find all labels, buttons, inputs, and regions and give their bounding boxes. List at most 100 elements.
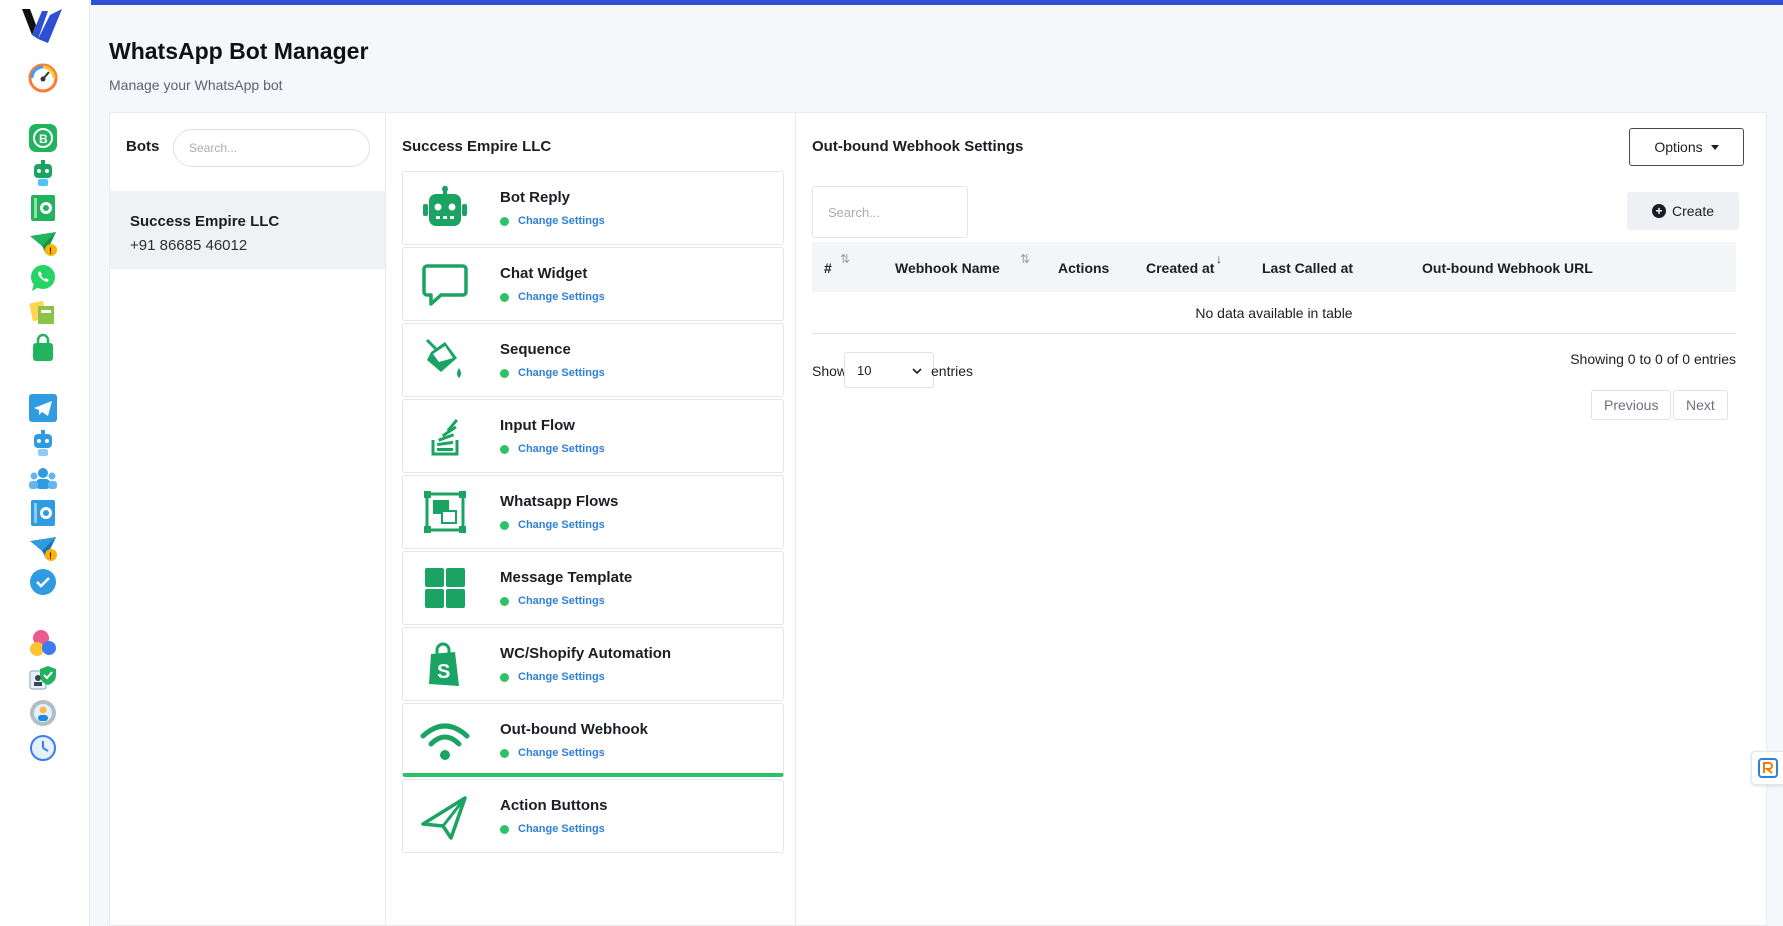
feature-name: Action Buttons	[500, 797, 608, 814]
feature-status: Change Settings	[500, 595, 605, 607]
whatsapp-icon[interactable]	[27, 262, 59, 294]
feature-name: Input Flow	[500, 417, 575, 434]
feature-name: WC/Shopify Automation	[500, 645, 672, 662]
status-dot	[500, 672, 509, 682]
create-label: Create	[1671, 203, 1715, 219]
history-icon[interactable]	[27, 732, 59, 764]
feature-card-action-buttons[interactable]: Action Buttons Change Settings	[402, 779, 784, 853]
change-settings-link[interactable]: Change Settings	[518, 823, 605, 835]
telegram-icon[interactable]	[27, 392, 59, 424]
status-dot	[500, 748, 509, 758]
telegram-bot-icon[interactable]	[27, 427, 59, 459]
change-settings-link[interactable]: Change Settings	[518, 291, 605, 303]
feature-card-chat-widget[interactable]: Chat Widget Change Settings	[402, 247, 784, 321]
column-header-actions: Actions	[1058, 260, 1110, 276]
support-widget-button[interactable]	[1751, 751, 1783, 785]
webhook-search-input[interactable]	[812, 186, 968, 238]
previous-page-button[interactable]: Previous	[1591, 390, 1672, 420]
svg-text:!: !	[49, 246, 52, 256]
status-dot	[500, 824, 509, 834]
dashboard-gauge-icon[interactable]	[27, 62, 59, 94]
feature-name: Message Template	[500, 569, 633, 586]
feature-card-out-bound-webhook[interactable]: Out-bound Webhook Change Settings	[402, 703, 784, 777]
change-settings-link[interactable]: Change Settings	[518, 367, 605, 379]
brand-logo[interactable]	[20, 5, 64, 47]
integrations-icon[interactable]	[27, 627, 59, 659]
status-dot	[500, 292, 509, 302]
feature-card-message-template[interactable]: Message Template Change Settings	[402, 551, 784, 625]
column-header-last-called-at[interactable]: Last Called at	[1262, 260, 1353, 276]
team-shield-icon[interactable]	[27, 662, 59, 694]
feature-status: Change Settings	[500, 519, 605, 531]
feature-status: Change Settings	[500, 823, 605, 835]
whatsapp-contacts-icon[interactable]	[27, 192, 59, 224]
feature-card-bot-reply[interactable]: Bot Reply Change Settings	[402, 171, 784, 245]
page-subtitle: Manage your WhatsApp bot	[109, 77, 283, 93]
sort-icon[interactable]: ⇅	[1020, 252, 1030, 266]
caret-down-icon	[1710, 144, 1719, 150]
feature-name: Bot Reply	[500, 189, 571, 206]
bots-label: Bots	[126, 138, 160, 155]
feature-card-whatsapp-flows[interactable]: Whatsapp Flows Change Settings	[402, 475, 784, 549]
ecommerce-bag-icon[interactable]	[27, 332, 59, 364]
create-webhook-button[interactable]: + Create	[1627, 192, 1739, 230]
status-dot	[500, 368, 509, 378]
feature-card-sequence[interactable]: Sequence Change Settings	[402, 323, 784, 397]
next-page-button[interactable]: Next	[1673, 390, 1728, 420]
features-column: Success Empire LLC Bot Reply Change Sett…	[386, 113, 796, 925]
selected-bot-title: Success Empire LLC	[402, 138, 552, 155]
feature-card-input-flow[interactable]: Input Flow Change Settings	[402, 399, 784, 473]
telegram-broadcast-icon[interactable]: !	[27, 532, 59, 564]
whatsapp-business-icon[interactable]: B	[27, 122, 59, 154]
column-header-index[interactable]: #	[824, 260, 832, 276]
app-sidebar: B ! !	[0, 0, 90, 926]
change-settings-link[interactable]: Change Settings	[518, 443, 605, 455]
shopify-bag-icon: S	[419, 642, 471, 688]
feature-name: Sequence	[500, 341, 571, 358]
options-label: Options	[1654, 139, 1703, 155]
feature-card-wc-shopify-automation[interactable]: S WC/Shopify Automation Change Settings	[402, 627, 784, 701]
change-settings-link[interactable]: Change Settings	[518, 747, 605, 759]
status-dot	[500, 596, 509, 606]
feature-status: Change Settings	[500, 671, 605, 683]
sort-icon[interactable]: ⇅	[840, 252, 850, 266]
column-header-webhook-name[interactable]: Webhook Name	[895, 260, 1000, 276]
table-header: # ⇅ Webhook Name ⇅ Actions Created at ↓ …	[812, 242, 1736, 292]
svg-text:S: S	[437, 661, 450, 683]
webhook-settings-column: Out-bound Webhook Settings Options + Cre…	[796, 113, 1768, 925]
plus-circle-icon: +	[1651, 204, 1666, 218]
status-dot	[500, 444, 509, 454]
feature-name: Whatsapp Flows	[500, 493, 619, 510]
change-settings-link[interactable]: Change Settings	[518, 595, 605, 607]
wifi-icon	[419, 718, 471, 764]
column-header-created-at[interactable]: Created at	[1146, 260, 1214, 276]
telegram-contacts-icon[interactable]	[27, 497, 59, 529]
support-widget-icon	[1757, 758, 1778, 778]
change-settings-link[interactable]: Change Settings	[518, 671, 605, 683]
bots-search-input[interactable]	[173, 129, 370, 167]
paint-bucket-icon	[419, 338, 471, 384]
paper-plane-icon	[419, 794, 471, 840]
change-settings-link[interactable]: Change Settings	[518, 519, 605, 531]
catalog-icon[interactable]	[27, 297, 59, 329]
feature-status: Change Settings	[500, 747, 605, 759]
bot-list-item[interactable]: Success Empire LLC +91 86685 46012	[110, 191, 385, 269]
feature-status: Change Settings	[500, 215, 605, 227]
messenger-check-icon[interactable]	[27, 567, 59, 599]
grid-icon	[419, 566, 471, 612]
feature-status: Change Settings	[500, 367, 605, 379]
top-accent-bar	[91, 0, 1783, 5]
telegram-group-icon[interactable]	[27, 462, 59, 494]
whatsapp-bot-icon[interactable]	[27, 157, 59, 189]
column-header-webhook-url[interactable]: Out-bound Webhook URL	[1422, 260, 1593, 276]
settings-user-icon[interactable]	[27, 697, 59, 729]
robot-icon	[419, 186, 471, 232]
whatsapp-broadcast-icon[interactable]: !	[27, 227, 59, 259]
options-dropdown-button[interactable]: Options	[1629, 128, 1744, 166]
sort-desc-icon[interactable]: ↓	[1216, 252, 1222, 266]
bot-name: Success Empire LLC	[130, 213, 280, 230]
feature-name: Out-bound Webhook	[500, 721, 649, 738]
page-title: WhatsApp Bot Manager	[109, 38, 369, 64]
svg-text:!: !	[49, 551, 52, 561]
change-settings-link[interactable]: Change Settings	[518, 215, 605, 227]
